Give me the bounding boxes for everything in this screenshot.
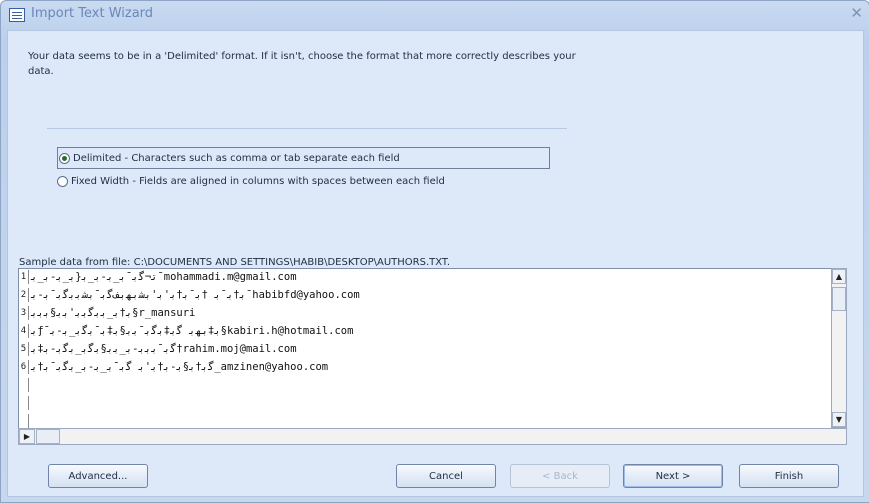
row-number: 6: [19, 360, 29, 374]
horizontal-scrollbar[interactable]: ◀ ▶: [18, 428, 847, 445]
row-number: 5: [19, 342, 29, 356]
vertical-scrollbar[interactable]: ▲ ▼: [831, 268, 847, 428]
preview-row: 4 ﺑƒ¯ﺑ‡ﺑﻬﺑ ﮔﺑ‡ﺑﮔﺑ¯ﺑﺑ§ﺑ‡ﺑ¯ﺑﮔﺑ_ﺑ-ﺑ§kabiri.…: [19, 324, 819, 338]
row-number: [19, 396, 29, 410]
preview-row: 5 ﮔﺑ¯ﺑﺑﺑ-ﺑ_ﺑﺑ§ﺑﮔﺑ_ﺑﮔﺑ-ﺑ‡ﺑ†rahim.moj@mail…: [19, 342, 819, 356]
fixed-width-radio[interactable]: [57, 175, 68, 187]
preview-row: 6 ﮔﺑ†ﺑ§ﺑ-ﺑ†ﺑ'ﺑ ﮔﺑ¯ﺑ_ﺑ-ﺑ_ﺑﮔﺑ¯ﺑ†ﺑ_amzinen@…: [19, 360, 819, 374]
sample-data-preview[interactable]: 1 ﺗ¬ﮔﺑ¯ﺑ_ﺑ-ﺑ_ﺑ{ﺑ_ﺑ-ﺑ_ﺑ¯mohammadi.m@gmail…: [18, 268, 832, 438]
row-number: 3: [19, 306, 29, 320]
fixed-width-option[interactable]: Fixed Width - Fields are aligned in colu…: [57, 171, 445, 191]
preview-row: 2 ﺑ†ﺑ¯ﺑ †ﺑ¯ﺑ†ﺑ'ﺑ'ﺑﺷﺑﻬﺑﻒﮔﺑ¯ﺑﺷﺑﺑﮔﺑ¯ﺑ-ﺑ¯hab…: [19, 288, 819, 302]
delimited-label: Delimited - Characters such as comma or …: [73, 152, 400, 164]
format-option-group: Delimited - Characters such as comma or …: [47, 128, 567, 201]
delimited-radio[interactable]: [59, 152, 70, 164]
advanced-button[interactable]: Advanced...: [48, 464, 148, 488]
cancel-button[interactable]: Cancel: [396, 464, 496, 488]
row-number: 4: [19, 324, 29, 338]
window-title: Import Text Wizard: [31, 6, 154, 21]
row-number: 1: [19, 270, 29, 284]
row-text: ﮔﺑ¯ﺑﺑﺑ-ﺑ_ﺑﺑ§ﺑﮔﺑ_ﺑﮔﺑ-ﺑ‡ﺑ†rahim.moj@mail.c…: [31, 343, 297, 355]
title-bar: Import Text Wizard ✕: [1, 1, 869, 29]
back-button[interactable]: < Back: [510, 464, 610, 488]
preview-row: 3 ﺑ†ﺑ_ﺑﺑﮔﺑﺑ'ﺑﺑ§ﺑﺑﺑ§r_mansuri: [19, 306, 819, 320]
row-text: ﺑ†ﺑ_ﺑﺑﮔﺑﺑ'ﺑﺑ§ﺑﺑﺑ§r_mansuri: [31, 307, 196, 319]
row-text: ﺑƒ¯ﺑ‡ﺑﻬﺑ ﮔﺑ‡ﺑﮔﺑ¯ﺑﺑ§ﺑ‡ﺑ¯ﺑﮔﺑ_ﺑ-ﺑ§kabiri.h@…: [31, 325, 354, 337]
fixed-width-label: Fixed Width - Fields are aligned in colu…: [71, 175, 445, 187]
table-icon: [9, 8, 25, 22]
row-text: ﮔﺑ†ﺑ§ﺑ-ﺑ†ﺑ'ﺑ ﮔﺑ¯ﺑ_ﺑ-ﺑ_ﺑﮔﺑ¯ﺑ†ﺑ_amzinen@ya…: [31, 361, 329, 373]
row-text: ﺗ¬ﮔﺑ¯ﺑ_ﺑ-ﺑ_ﺑ{ﺑ_ﺑ-ﺑ_ﺑ¯mohammadi.m@gmail.c…: [31, 271, 297, 283]
scroll-down-icon[interactable]: ▼: [832, 412, 846, 427]
row-text: ﺑ†ﺑ¯ﺑ †ﺑ¯ﺑ†ﺑ'ﺑ'ﺑﺷﺑﻬﺑﻒﮔﺑ¯ﺑﺷﺑﺑﮔﺑ¯ﺑ-ﺑ¯habib…: [31, 289, 360, 301]
scroll-up-icon[interactable]: ▲: [832, 269, 846, 284]
row-number: [19, 378, 29, 392]
row-number: 2: [19, 288, 29, 302]
import-text-wizard-window: Import Text Wizard ✕ Your data seems to …: [0, 0, 869, 503]
row-number: [19, 414, 29, 428]
vertical-scroll-thumb[interactable]: [832, 287, 846, 311]
intro-text: Your data seems to be in a 'Delimited' f…: [28, 51, 576, 77]
next-button[interactable]: Next >: [623, 464, 723, 488]
preview-row: 1 ﺗ¬ﮔﺑ¯ﺑ_ﺑ-ﺑ_ﺑ{ﺑ_ﺑ-ﺑ_ﺑ¯mohammadi.m@gmail…: [19, 270, 819, 284]
preview-row: [19, 396, 819, 410]
close-icon[interactable]: ✕: [850, 4, 863, 22]
delimited-option[interactable]: Delimited - Characters such as comma or …: [57, 147, 550, 169]
horizontal-scroll-thumb[interactable]: [36, 429, 60, 444]
sample-data-label: Sample data from file: C:\DOCUMENTS AND …: [19, 257, 451, 268]
finish-button[interactable]: Finish: [739, 464, 839, 488]
preview-row: [19, 378, 819, 392]
scroll-right-icon[interactable]: ▶: [19, 429, 35, 444]
preview-row: [19, 414, 819, 428]
